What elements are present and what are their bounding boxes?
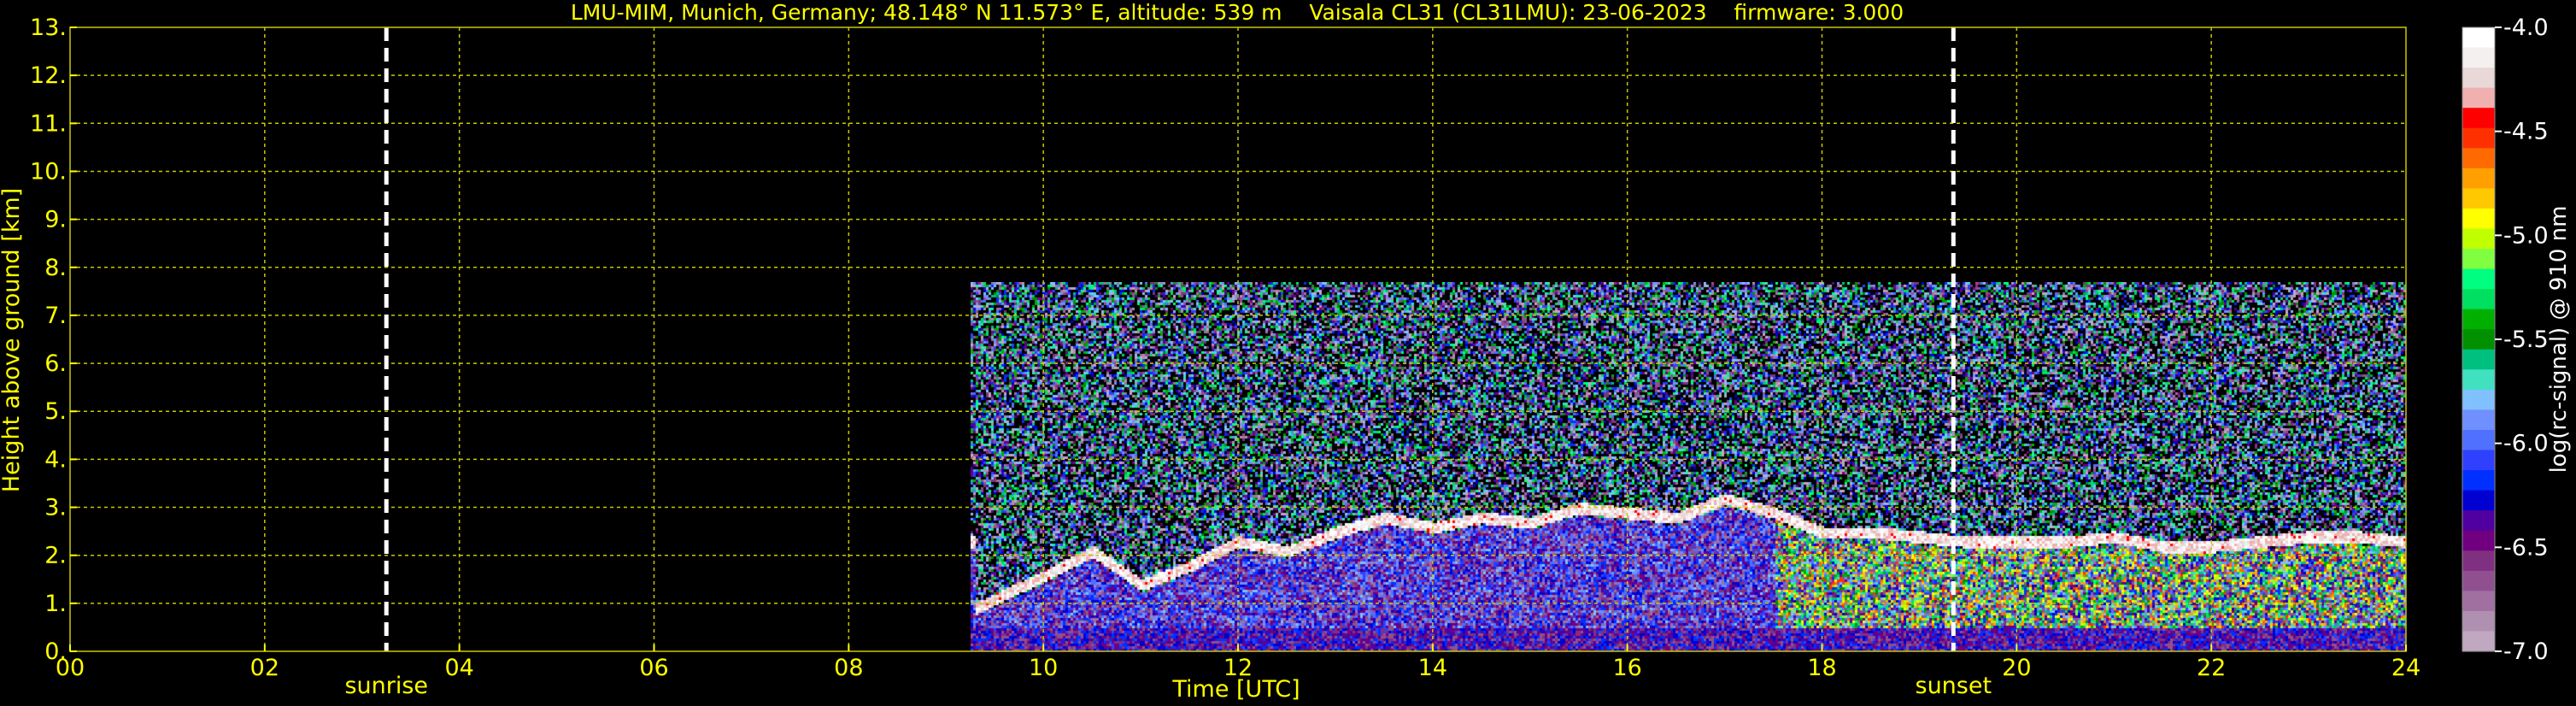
backscatter-image: [971, 282, 2406, 651]
colorbar-swatch: [2462, 148, 2495, 169]
colorbar-swatch: [2462, 429, 2495, 451]
colorbar-swatch: [2462, 289, 2495, 310]
colorbar-tick-label: -6.0: [2503, 431, 2549, 457]
y-axis-label: Height above ground [km]: [0, 188, 25, 492]
y-tick-label: 3.: [44, 495, 67, 521]
colorbar-swatch: [2462, 570, 2495, 591]
x-tick-label: 06: [639, 655, 668, 681]
colorbar-tick-label: -5.5: [2503, 327, 2549, 353]
colorbar-swatch: [2462, 108, 2495, 129]
colorbar-tick-label: -4.5: [2503, 119, 2549, 145]
y-tick-label: 4.: [44, 446, 67, 473]
x-tick-label: 18: [1807, 655, 1836, 681]
backscatter-heatmap: [971, 282, 2406, 651]
colorbar-swatch: [2462, 249, 2495, 270]
colorbar-swatch: [2462, 631, 2495, 652]
colorbar-swatch: [2462, 27, 2495, 49]
colorbar-swatch: [2462, 389, 2495, 411]
colorbar-tick-label: -5.0: [2503, 222, 2549, 249]
colorbar-tick-label: -7.0: [2503, 638, 2549, 665]
x-tick-label: 24: [2391, 655, 2421, 681]
y-tick-label: 1.: [44, 591, 67, 617]
x-tick-label: 02: [250, 655, 279, 681]
colorbar-swatch: [2462, 68, 2495, 89]
sunrise-label: sunrise: [344, 673, 428, 699]
x-tick-label: 08: [834, 655, 863, 681]
y-tick-label: 7.: [44, 303, 67, 329]
y-tick-label: 12.: [30, 62, 67, 89]
colorbar-swatch: [2462, 610, 2495, 632]
colorbar-swatch: [2462, 369, 2495, 391]
ceilometer-chart: LMU-MIM, Munich, Germany; 48.148° N 11.5…: [0, 0, 2576, 706]
colorbar-swatch: [2462, 470, 2495, 491]
y-tick-label: 0.: [44, 638, 67, 665]
y-tick-label: 2.: [44, 543, 67, 569]
y-tick-label: 10.: [30, 158, 67, 185]
y-tick-label: 9.: [44, 207, 67, 233]
x-tick-label: 22: [2197, 655, 2226, 681]
colorbar-swatch: [2462, 87, 2495, 109]
colorbar-swatch: [2462, 490, 2495, 511]
colorbar-swatch: [2462, 329, 2495, 350]
colorbar-swatch: [2462, 47, 2495, 68]
y-tick-label: 8.: [44, 255, 67, 281]
x-tick-label: 20: [2002, 655, 2031, 681]
colorbar-swatch: [2462, 228, 2495, 250]
x-tick-label: 10: [1029, 655, 1058, 681]
x-tick-label: 04: [444, 655, 473, 681]
colorbar-swatch: [2462, 309, 2495, 330]
colorbar-tick-label: -6.5: [2503, 534, 2549, 561]
colorbar-swatch: [2462, 127, 2495, 149]
colorbar-swatch: [2462, 168, 2495, 189]
x-axis-label: Time [UTC]: [1171, 676, 1300, 703]
colorbar-label: log(rc-signal) @ 910 nm: [2546, 206, 2572, 474]
y-tick-label: 5.: [44, 398, 67, 425]
x-tick-label: 16: [1612, 655, 1641, 681]
chart-title: LMU-MIM, Munich, Germany; 48.148° N 11.5…: [571, 0, 1904, 25]
y-tick-label: 13.: [30, 15, 67, 41]
colorbar-swatch: [2462, 268, 2495, 290]
x-tick-label: 14: [1418, 655, 1447, 681]
colorbar-tick-label: -4.0: [2503, 15, 2549, 41]
colorbar-swatch: [2462, 188, 2495, 209]
colorbar-swatch: [2462, 349, 2495, 370]
colorbar-swatch: [2462, 530, 2495, 551]
colorbar-swatch: [2462, 409, 2495, 431]
sunset-label: sunset: [1916, 673, 1992, 699]
colorbar-swatch: [2462, 450, 2495, 471]
colorbar-swatch: [2462, 208, 2495, 230]
colorbar-swatch: [2462, 510, 2495, 532]
y-tick-label: 11.: [30, 110, 67, 137]
y-tick-label: 6.: [44, 350, 67, 377]
colorbar-swatch: [2462, 550, 2495, 572]
colorbar-swatch: [2462, 591, 2495, 612]
